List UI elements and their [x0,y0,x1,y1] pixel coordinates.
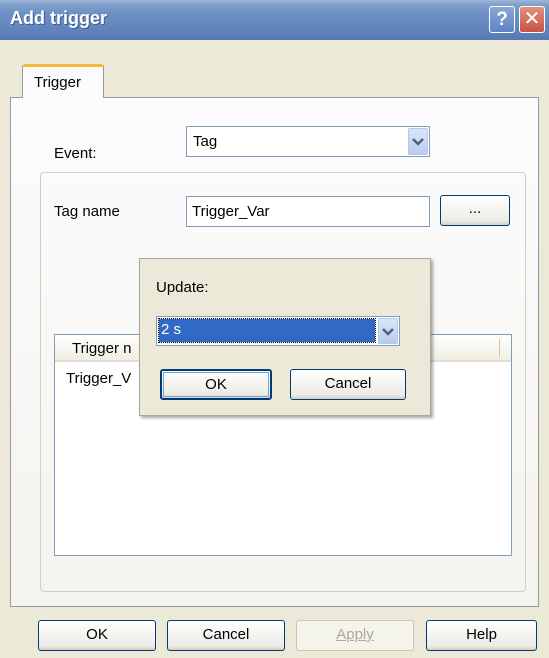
popup-ok-button[interactable]: OK [160,369,272,400]
popup-cancel-button[interactable]: Cancel [290,369,406,400]
browse-button-label: ... [468,200,482,217]
popup-cancel-label: Cancel [324,375,372,392]
tag-name-label: Tag name [54,203,120,220]
update-select[interactable]: 2 s [156,316,400,346]
window-title: Add trigger [10,8,107,28]
tag-name-input[interactable]: Trigger_Var [186,196,430,227]
update-label: Update: [156,279,209,296]
apply-button[interactable]: Apply [296,620,414,651]
update-select-value: 2 s [161,321,182,338]
chevron-down-icon[interactable] [408,128,428,155]
cancel-button[interactable]: Cancel [167,620,285,651]
list-item[interactable]: Trigger_V [66,370,131,387]
close-glyph: ✕ [523,8,541,30]
column-header-trigger-name[interactable]: Trigger n [72,340,131,357]
browse-button[interactable]: ... [440,195,510,226]
help-button-label: Help [466,626,497,643]
help-icon[interactable]: ? [489,6,515,33]
help-button[interactable]: Help [426,620,537,651]
title-bar: Add trigger ? ✕ [0,0,549,40]
event-select-value: Tag [193,133,218,150]
update-selected-option: 2 s [158,318,376,343]
close-icon[interactable]: ✕ [519,6,545,33]
tab-trigger[interactable]: Trigger [22,64,104,98]
ok-button[interactable]: OK [38,620,156,651]
event-select[interactable]: Tag [186,126,430,157]
event-label: Event: [54,145,97,162]
apply-button-label: Apply [336,626,374,643]
update-popup: Update: 2 s OK Cancel [139,258,431,416]
tag-name-value: Trigger_Var [192,203,270,220]
chevron-down-icon[interactable] [378,318,398,344]
popup-ok-label: OK [205,376,227,393]
help-glyph: ? [496,9,508,30]
ok-button-label: OK [86,626,108,643]
cancel-button-label: Cancel [202,626,250,643]
tab-trigger-label: Trigger [34,74,81,91]
column-divider[interactable] [499,339,500,357]
